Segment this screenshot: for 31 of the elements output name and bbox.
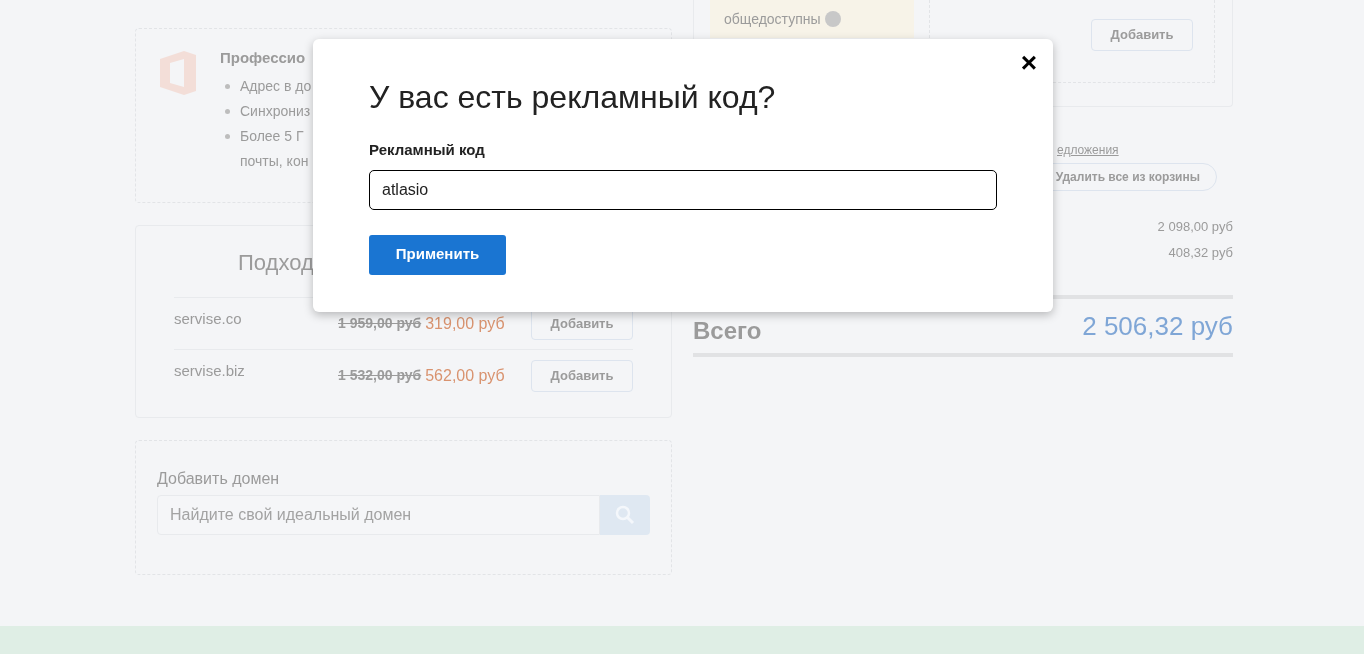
offers-link[interactable]: едложения: [1057, 143, 1119, 157]
add-button[interactable]: Добавить: [1091, 19, 1193, 51]
total-value: 2 506,32 руб: [1082, 309, 1233, 343]
plan-title: Профессио: [220, 48, 307, 68]
add-button[interactable]: Добавить: [531, 359, 633, 392]
old-price: 1 959,00 руб: [338, 314, 422, 333]
add-domain-label: Добавить домен: [157, 469, 281, 489]
apply-button[interactable]: Применить: [369, 234, 506, 275]
office-icon: [158, 51, 198, 95]
domain-search-field[interactable]: Найдите свой идеальный домен: [157, 495, 600, 535]
old-price: 1 532,00 руб: [338, 366, 422, 385]
promo-code-field[interactable]: atlasio: [369, 169, 997, 210]
sale-price: 319,00 руб: [425, 313, 505, 334]
feature-text: Адрес в до: [240, 76, 312, 96]
close-button[interactable]: ×: [1020, 49, 1037, 77]
note-text: общедоступны: [724, 9, 821, 29]
total-label: Всего: [693, 316, 762, 346]
feature-text: почты, кон: [240, 151, 309, 171]
field-label: Рекламный код: [369, 140, 486, 160]
dialog-title: У вас есть рекламный код?: [369, 78, 777, 117]
suggestions-title: Подход: [238, 249, 314, 277]
bullet-icon: [225, 133, 230, 139]
line-price: 2 098,00 руб: [1157, 218, 1233, 236]
bullet-icon: [225, 83, 230, 89]
feature-text: Синхрониз: [240, 101, 311, 121]
bullet-icon: [225, 108, 230, 114]
feature-text: Более 5 Г: [240, 126, 304, 146]
line-price: 408,32 руб: [1168, 243, 1233, 262]
sale-price: 562,00 руб: [425, 365, 505, 386]
domain-name: servise.co: [174, 309, 243, 330]
domain-name: servise.biz: [174, 361, 246, 382]
